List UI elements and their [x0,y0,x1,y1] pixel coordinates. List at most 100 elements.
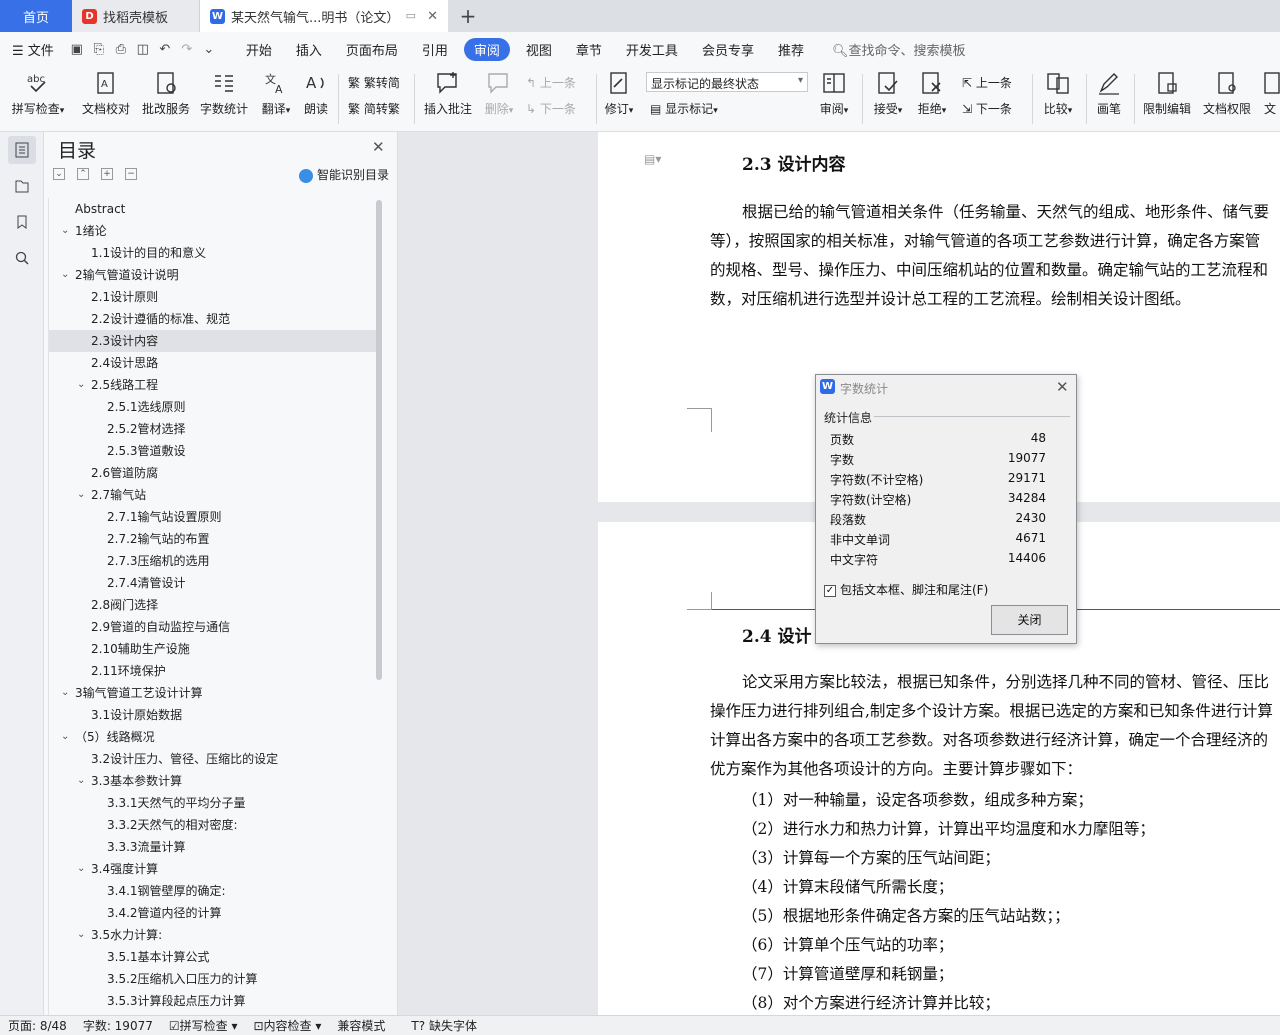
menu-start[interactable]: 开始 [234,40,284,59]
simp-to-trad-button[interactable]: 繁 简转繁 [348,100,400,117]
toc-item[interactable]: 2.5.1选线原则 [49,396,376,418]
menu-recommend[interactable]: 推荐 [766,40,816,59]
bookmark-icon[interactable] [8,208,36,236]
toc-item[interactable]: 2.11环境保护 [49,660,376,682]
include-textbox-checkbox[interactable]: ✓ 包括文本框、脚注和尾注(F) [824,581,988,598]
doc-permission-button[interactable]: 文档权限 [1200,70,1254,117]
toc-item[interactable]: 2.7.1输气站设置原则 [49,506,376,528]
toc-item[interactable]: ⌄ 2.5线路工程 [49,374,376,396]
toc-item[interactable]: 3.3.2天然气的相对密度: [49,814,376,836]
toc-item[interactable]: ⌄ 2.7输气站 [49,484,376,506]
toc-item[interactable]: 3.4.2管道内径的计算 [49,902,376,924]
toc-item[interactable]: ⌄ 3.4强度计算 [49,858,376,880]
find-icon[interactable] [8,244,36,272]
expand-arrow-icon[interactable]: ⌄ [61,264,69,286]
tab-docer-templates[interactable]: D 找稻壳模板 [72,0,200,32]
tab-document[interactable]: W 某天然气输气...明书（论文） ▭ ✕ [200,0,448,32]
prev-comment-button[interactable]: ↰ 上一条 [526,74,576,91]
menu-reference[interactable]: 引用 [410,40,460,59]
menu-member[interactable]: 会员专享 [690,40,766,59]
chapter-nav-icon[interactable] [8,172,36,200]
toc-item[interactable]: 2.5.3管道敷设 [49,440,376,462]
toc-item[interactable]: Abstract [49,198,376,220]
toc-item[interactable]: 2.4设计思路 [49,352,376,374]
review-pane-button[interactable]: 审阅▾ [816,70,852,117]
pin-icon[interactable]: ▭ [406,9,416,22]
toc-expand-up-icon[interactable]: ⌃ [77,168,89,180]
dialog-close-icon[interactable]: ✕ [1056,378,1069,396]
expand-arrow-icon[interactable]: ⌄ [61,220,69,242]
toc-item[interactable]: 2.9管道的自动监控与通信 [49,616,376,638]
toc-item[interactable]: 2.1设计原则 [49,286,376,308]
toc-item[interactable]: ⌄ 3.5水力计算: [49,924,376,946]
print-icon[interactable]: ⎙ [110,42,132,57]
insert-comment-button[interactable]: 插入批注 [422,70,474,117]
expand-arrow-icon[interactable]: ⌄ [77,858,85,880]
pen-button[interactable]: 画笔 [1094,70,1124,117]
toc-panel-icon[interactable] [8,136,36,164]
markup-state-select[interactable]: 显示标记的最终状态 [646,72,808,92]
toc-item[interactable]: 2.10辅助生产设施 [49,638,376,660]
toc-item[interactable]: ⌄ 3输气管道工艺设计计算 [49,682,376,704]
annotation-service-button[interactable]: 批改服务 [140,70,192,117]
menu-dev-tools[interactable]: 开发工具 [614,40,690,59]
page-nav-icon[interactable]: ▤▾ [644,152,661,166]
new-tab-icon[interactable]: + [448,0,488,32]
toc-collapse-icon[interactable]: ⌄ [53,168,65,180]
toc-item[interactable]: 1.1设计的目的和意义 [49,242,376,264]
toc-item[interactable]: 3.3.1天然气的平均分子量 [49,792,376,814]
quick-access-dropdown-icon[interactable]: ⌄ [198,42,220,57]
undo-icon[interactable]: ↶ [154,42,176,57]
toc-item[interactable]: 2.7.3压缩机的选用 [49,550,376,572]
close-toc-icon[interactable]: ✕ [372,138,385,156]
expand-arrow-icon[interactable]: ⌄ [77,484,85,506]
toc-item[interactable]: 2.5.2管材选择 [49,418,376,440]
toc-item[interactable]: 3.5.2压缩机入口压力的计算 [49,968,376,990]
trad-to-simp-button[interactable]: 繁 繁转简 [348,74,400,91]
toc-item[interactable]: 2.7.4清管设计 [49,572,376,594]
translate-button[interactable]: 文A 翻译▾ [258,70,294,117]
expand-arrow-icon[interactable]: ⌄ [61,726,69,748]
word-count-button[interactable]: 字数统计 [198,70,250,117]
reject-button[interactable]: 拒绝▾ [914,70,950,117]
spell-check-status[interactable]: ☑拼写检查 ▾ [169,1017,238,1034]
toc-item[interactable]: 2.8阀门选择 [49,594,376,616]
toc-item[interactable]: 2.7.2输气站的布置 [49,528,376,550]
toc-add-icon[interactable]: + [101,168,113,180]
restrict-edit-button[interactable]: 限制编辑 [1140,70,1194,117]
track-changes-button[interactable]: 修订▾ [602,70,636,117]
prev-change-button[interactable]: ⇱ 上一条 [962,74,1012,91]
close-button[interactable]: 关闭 [991,605,1068,635]
doc-more-button[interactable]: 文 [1260,70,1280,117]
compat-mode[interactable]: 兼容模式 [337,1017,385,1034]
menu-insert[interactable]: 插入 [284,40,334,59]
next-comment-button[interactable]: ↳ 下一条 [526,100,576,117]
command-search[interactable]: 🔍︎查找命令、搜索模板 [832,40,966,59]
redo-icon[interactable]: ↷ [176,42,198,57]
spell-check-button[interactable]: abc 拼写检查▾ [10,70,66,117]
toc-item[interactable]: 3.5.3计算段起点压力计算 [49,990,376,1012]
next-change-button[interactable]: ⇲ 下一条 [962,100,1012,117]
toc-item[interactable]: ⌄ 1绪论 [49,220,376,242]
toc-item[interactable]: 3.1设计原始数据 [49,704,376,726]
toc-item[interactable]: 3.5.1基本计算公式 [49,946,376,968]
expand-arrow-icon[interactable]: ⌄ [77,770,85,792]
menu-view[interactable]: 视图 [514,40,564,59]
compare-button[interactable]: 比较▾ [1040,70,1076,117]
delete-comment-button[interactable]: 删除▾ [482,70,516,117]
read-aloud-button[interactable]: A 朗读 [300,70,332,117]
word-count-indicator[interactable]: 字数: 19077 [83,1017,153,1034]
file-menu[interactable]: ☰ 文件 [0,40,66,59]
content-check-status[interactable]: ⊡内容检查 ▾ [253,1017,321,1034]
toc-item[interactable]: ⌄ 3.3基本参数计算 [49,770,376,792]
toc-remove-icon[interactable]: − [125,168,137,180]
smart-toc-button[interactable]: 智能识别目录 [299,166,389,183]
toc-item[interactable]: 2.6管道防腐 [49,462,376,484]
show-markup-button[interactable]: ▤ 显示标记▾ [650,100,718,117]
toc-item[interactable]: 2.2设计遵循的标准、规范 [49,308,376,330]
preview-icon[interactable]: ◫ [132,42,154,57]
toc-item[interactable]: 3.4.1钢管壁厚的确定: [49,880,376,902]
save-icon[interactable]: ▣ [66,42,88,57]
toc-item[interactable]: 3.2设计压力、管径、压缩比的设定 [49,748,376,770]
toc-item[interactable]: 2.3设计内容 [49,330,376,352]
